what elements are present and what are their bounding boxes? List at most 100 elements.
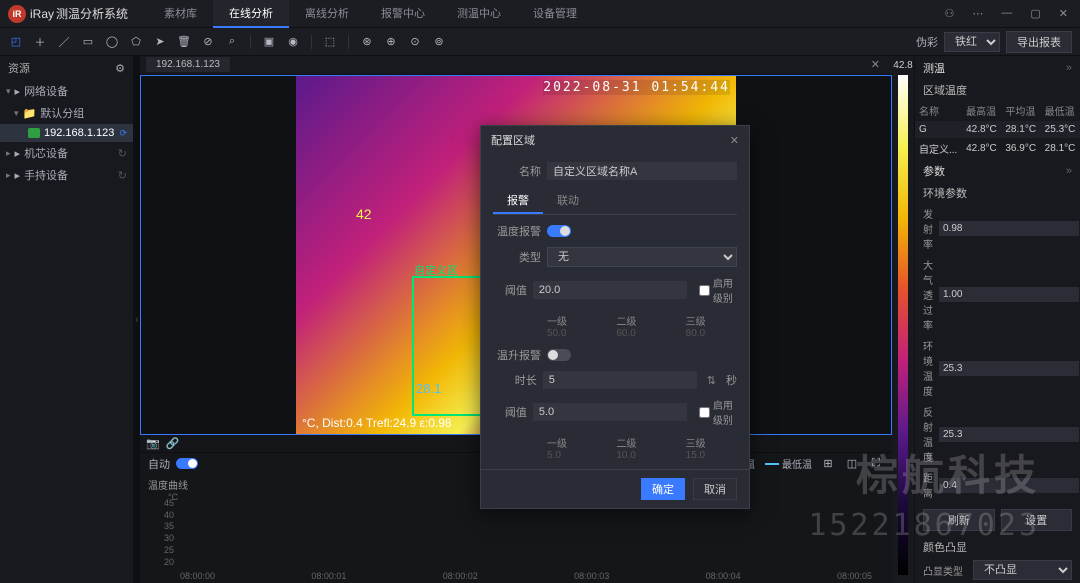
palette-select[interactable]: 铁红 — [944, 32, 1000, 52]
snapshot-icon[interactable]: ▣ — [261, 34, 277, 50]
close-viewer-icon[interactable]: ✕ — [865, 58, 886, 71]
frame-timestamp: 2022-08-31 01:54:44 — [543, 80, 730, 95]
modal-tab-linkage[interactable]: 联动 — [543, 188, 593, 214]
zoom-tool-icon[interactable]: ⌕ — [224, 34, 240, 50]
x-axis: 08:00:0008:00:0108:00:0208:00:0308:00:04… — [180, 571, 872, 581]
env-temp-input[interactable] — [939, 361, 1079, 376]
thermo-title: 测温 — [923, 60, 945, 76]
tree-item-group[interactable]: ▾📁默认分组 — [0, 102, 133, 124]
atm-input[interactable] — [939, 287, 1079, 302]
target2-icon[interactable]: ⊕ — [383, 34, 399, 50]
link-icon[interactable]: 🔗 — [166, 437, 180, 450]
alarm-type-select[interactable]: 无 — [547, 247, 737, 267]
device-online-icon — [28, 128, 40, 138]
viewer-tabstrip: 192.168.1.123 ✕ — [140, 56, 892, 75]
tree-item-handheld[interactable]: ▸▸手持设备↻ — [0, 164, 133, 186]
ok-button[interactable]: 确定 — [641, 478, 685, 500]
table-row[interactable]: G42.8°C28.1°C25.3°C — [915, 121, 1080, 138]
y-axis: 454035302520 — [164, 498, 174, 567]
highlight-type-select[interactable]: 不凸显 — [973, 560, 1072, 580]
titlebar: iR iRay 测温分析系统 素材库 在线分析 离线分析 报警中心 测温中心 设… — [0, 0, 1080, 28]
target4-icon[interactable]: ⊚ — [431, 34, 447, 50]
delete-tool-icon[interactable]: 🗑 — [176, 34, 192, 50]
circle-tool-icon[interactable]: ◯ — [104, 34, 120, 50]
target1-icon[interactable]: ⊛ — [359, 34, 375, 50]
arrow-tool-icon[interactable]: ➤ — [152, 34, 168, 50]
tab-thermo-center[interactable]: 测温中心 — [441, 0, 517, 28]
settings-button[interactable]: 设置 — [1001, 509, 1073, 531]
threshold-input[interactable] — [533, 281, 687, 299]
region-name-input[interactable] — [547, 162, 737, 180]
threshold2-input[interactable] — [533, 403, 687, 421]
gear-icon[interactable]: ⚙ — [115, 62, 125, 75]
level-row: 一级 二级 三级 — [547, 313, 737, 339]
max-temp-marker: 42 — [356, 206, 372, 222]
record-icon[interactable]: ◉ — [285, 34, 301, 50]
color-scale[interactable] — [898, 75, 908, 575]
separator — [250, 35, 251, 49]
params-title: 参数 — [923, 163, 945, 179]
table-row[interactable]: 自定义...42.8°C36.9°C28.1°C — [915, 138, 1080, 159]
region-label: 自定义区 — [414, 262, 458, 278]
close-icon[interactable]: ✕ — [1055, 5, 1072, 22]
window-controls: ⚇ ⋯ — ▢ ✕ — [941, 5, 1073, 22]
loading-icon: ⟳ — [119, 128, 127, 139]
scale-max: 42.8 — [893, 60, 912, 71]
rect-tool-icon[interactable]: ▭ — [80, 34, 96, 50]
tree-item-core[interactable]: ▸▸机芯设备↻ — [0, 142, 133, 164]
maximize-icon[interactable]: ▢ — [1026, 5, 1044, 22]
tree-item-device[interactable]: 192.168.1.123⟳ — [0, 124, 133, 142]
fakecolor-label: 伪彩 — [916, 34, 938, 50]
spot-tool-icon[interactable]: ＋ — [32, 34, 48, 50]
tab-materials[interactable]: 素材库 — [148, 0, 213, 28]
tab-alarm-center[interactable]: 报警中心 — [365, 0, 441, 28]
auto-toggle[interactable] — [176, 458, 198, 469]
target3-icon[interactable]: ⊙ — [407, 34, 423, 50]
separator — [311, 35, 312, 49]
sidebar-left: 资源 ⚙ ▾▸网络设备 ▾📁默认分组 192.168.1.123⟳ ▸▸机芯设备↻… — [0, 56, 134, 583]
collapse-icon[interactable]: » — [1066, 62, 1072, 74]
temp-alarm-toggle[interactable] — [547, 225, 571, 237]
enable-level2-checkbox[interactable] — [699, 407, 710, 418]
nav-tabs: 素材库 在线分析 离线分析 报警中心 测温中心 设备管理 — [148, 0, 593, 28]
minimize-icon[interactable]: — — [997, 5, 1016, 22]
separator — [348, 35, 349, 49]
env-params-hd: 环境参数 — [915, 183, 1080, 203]
emissivity-input[interactable] — [939, 221, 1079, 236]
expand-icon[interactable]: ⛶ — [868, 456, 884, 472]
resources-title: 资源 — [8, 60, 30, 76]
grid-icon[interactable]: ⊞ — [820, 456, 836, 472]
modal-tab-alarm[interactable]: 报警 — [493, 188, 543, 214]
modal-close-icon[interactable]: ✕ — [730, 134, 739, 147]
tree-item-network[interactable]: ▾▸网络设备 — [0, 80, 133, 102]
level-row: 一级 二级 三级 — [547, 435, 737, 461]
app-name: 测温分析系统 — [56, 5, 128, 22]
user-icon[interactable]: ⚇ — [941, 5, 959, 22]
line-tool-icon[interactable]: ／ — [56, 34, 72, 50]
refresh-button[interactable]: 刷新 — [923, 509, 995, 531]
cancel-button[interactable]: 取消 — [693, 478, 737, 500]
export-report-button[interactable]: 导出报表 — [1006, 31, 1072, 53]
pointer-tool-icon[interactable]: ◰ — [8, 34, 24, 50]
tab-online-analysis[interactable]: 在线分析 — [213, 0, 289, 28]
rise-alarm-toggle[interactable] — [547, 349, 571, 361]
colorbar: 42.8 — [892, 56, 914, 583]
refl-temp-input[interactable] — [939, 427, 1079, 442]
tab-device-mgmt[interactable]: 设备管理 — [517, 0, 593, 28]
camera-icon[interactable]: 📷 — [146, 437, 160, 450]
toolbar: ◰ ＋ ／ ▭ ◯ ⬠ ➤ 🗑 ⊘ ⌕ ▣ ◉ ⬚ ⊛ ⊕ ⊙ ⊚ 伪彩 铁红 … — [0, 28, 1080, 56]
region-table: 名称最高温平均温最低温 G42.8°C28.1°C25.3°C 自定义...42… — [915, 100, 1080, 159]
cube-icon[interactable]: ⬚ — [322, 34, 338, 50]
distance-input[interactable] — [939, 478, 1079, 493]
more-icon[interactable]: ⋯ — [968, 5, 987, 22]
modal-title: 配置区域 — [491, 132, 535, 148]
tab-offline-analysis[interactable]: 离线分析 — [289, 0, 365, 28]
polygon-tool-icon[interactable]: ⬠ — [128, 34, 144, 50]
clear-tool-icon[interactable]: ⊘ — [200, 34, 216, 50]
sidebar-right: 测温» 区域温度 名称最高温平均温最低温 G42.8°C28.1°C25.3°C… — [914, 56, 1080, 583]
color-highlight-hd: 颜色凸显 — [915, 537, 1080, 557]
duration-input[interactable] — [543, 371, 697, 389]
enable-level-checkbox[interactable] — [699, 285, 710, 296]
snap-icon[interactable]: ◫ — [844, 456, 860, 472]
viewer-tab[interactable]: 192.168.1.123 — [146, 57, 230, 72]
